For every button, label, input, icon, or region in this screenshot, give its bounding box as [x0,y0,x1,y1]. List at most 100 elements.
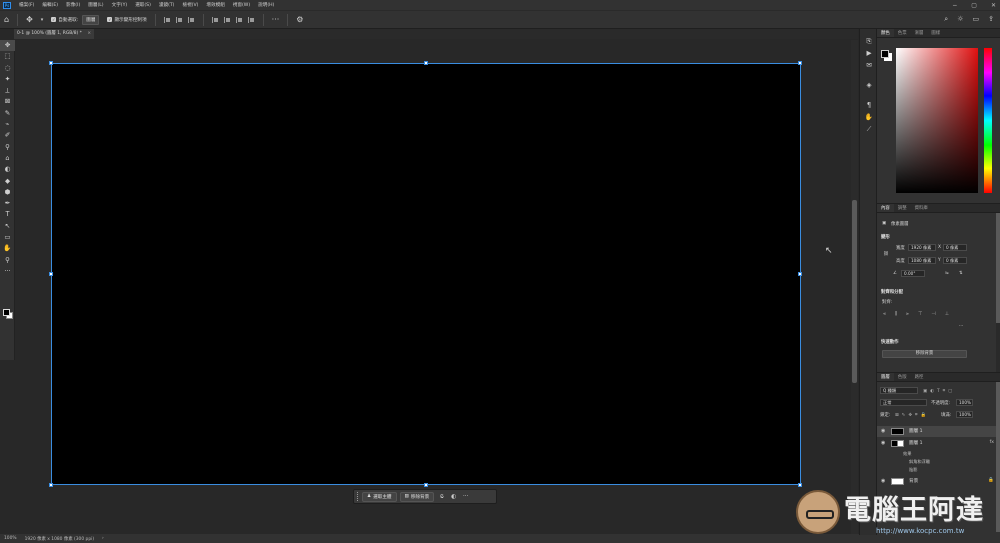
brush-settings-icon[interactable]: ⟋ [860,123,878,135]
adjustments-icon[interactable]: ◈ [860,79,878,91]
auto-select-target-dropdown[interactable]: 圖層 [82,14,100,25]
document-canvas[interactable] [51,63,801,485]
x-input[interactable]: 0 像素 [943,244,967,251]
menu-select[interactable]: 選取(S) [131,2,155,8]
align-bottom-icon[interactable] [235,16,243,23]
transform-handle[interactable] [424,483,428,487]
effects-group-label[interactable]: 效果 [903,451,911,457]
menu-layer[interactable]: 圖層(L) [84,2,107,8]
align-top-icon[interactable]: ⊤ [918,311,922,317]
color-picker-field[interactable] [896,48,978,193]
transform-icon[interactable]: ⟃ [437,493,446,501]
transform-handle[interactable] [49,61,53,65]
close-tab-icon[interactable]: × [87,29,91,39]
effect-bevel-emboss[interactable]: 斜角和浮雕 [909,459,930,465]
chevron-down-icon[interactable]: ▾ [41,17,44,23]
align-center-icon[interactable] [175,16,183,23]
maximize-icon[interactable]: ▢ [971,2,977,9]
menu-edit[interactable]: 編輯(E) [38,2,62,8]
foreground-color-swatch[interactable] [3,309,10,316]
glyph-icon[interactable]: ✋ [860,111,878,123]
align-top-icon[interactable] [211,16,219,23]
fill-input[interactable]: 100% [956,411,973,418]
history-brush-tool-icon[interactable]: ⌂ [0,153,15,164]
lock-icons[interactable]: ⊠✎✥⌗🔒 [895,412,929,418]
blur-tool-icon[interactable]: ⬢ [0,187,15,198]
align-center-icon[interactable]: ⫼ [895,311,897,317]
align-right-icon[interactable] [187,16,195,23]
menu-filter[interactable]: 濾鏡(T) [155,2,179,8]
blend-mode-dropdown[interactable]: 正常 [880,399,927,406]
tab-adjustments[interactable]: 調整 [894,204,911,212]
transform-handle[interactable] [798,272,802,276]
y-input[interactable]: 0 像素 [943,257,967,264]
align-middle-icon[interactable]: ⊣ [931,311,935,317]
fx-icon[interactable]: fx [990,440,994,445]
align-left-icon[interactable] [163,16,171,23]
link-icon[interactable]: ⛓ [883,252,889,257]
lasso-tool-icon[interactable]: ◌ [0,63,15,74]
layer-row[interactable]: ◉ 圖層 1 [877,426,1000,437]
show-transform-checkbox[interactable]: ✓ 顯示變形控制項 [107,17,147,23]
move-tool-icon[interactable]: ✥ [0,40,15,52]
edit-toolbar-icon[interactable]: ··· [0,266,15,277]
tab-color[interactable]: 顏色 [877,29,894,37]
auto-select-checkbox[interactable]: ✓ 自動選取: [51,17,78,23]
tab-libraries[interactable]: 資料庫 [911,204,932,212]
transform-section-title[interactable]: 變形 [881,234,890,240]
workspace-icon[interactable]: ▭ [973,15,980,24]
zoom-tool-icon[interactable]: ⚲ [0,255,15,266]
menu-type[interactable]: 文字(Y) [108,2,132,8]
vertical-scrollbar[interactable] [851,40,858,535]
flip-vertical-icon[interactable]: ⇅ [959,271,963,276]
panel-scrollbar[interactable] [996,213,1000,373]
eraser-tool-icon[interactable]: ◐ [0,164,15,175]
history-icon[interactable]: ⎘ [860,35,878,47]
tab-layers[interactable]: 圖層 [877,373,894,381]
effect-drop-shadow[interactable]: 陰影 [909,467,917,473]
tab-properties[interactable]: 內容 [877,204,894,212]
menu-help[interactable]: 說明(H) [254,2,278,8]
minimize-icon[interactable]: − [952,2,957,9]
height-input[interactable]: 1080 像素 [908,257,936,264]
hue-slider[interactable] [984,48,992,193]
actions-play-icon[interactable]: ▶ [860,47,878,59]
menu-window[interactable]: 視窗(W) [229,2,254,8]
home-icon[interactable]: ⌂ [4,15,9,24]
photoshop-logo-icon[interactable]: Ps [3,1,11,9]
menu-plugins[interactable]: 增效模組 [202,2,228,8]
transform-handle[interactable] [798,61,802,65]
document-tab[interactable]: 0-1 @ 100% (圖層 1, RGB/8) * × [14,29,94,39]
align-middle-icon[interactable] [223,16,231,23]
menu-view[interactable]: 檢視(V) [178,2,202,8]
transform-handle[interactable] [424,61,428,65]
tab-paths[interactable]: 路徑 [911,373,928,381]
tab-swatches[interactable]: 色票 [894,29,911,37]
align-right-icon[interactable]: ⫸ [906,311,909,317]
align-section-title[interactable]: 對齊和分配 [881,289,903,295]
pen-tool-icon[interactable]: ✒ [0,198,15,209]
tab-patterns[interactable]: 圖樣 [927,29,944,37]
flip-horizontal-icon[interactable]: ⇋ [945,271,949,276]
foreground-color-swatch[interactable] [881,50,889,58]
hand-tool-icon[interactable]: ✋ [0,243,15,254]
menu-image[interactable]: 影像(I) [62,2,84,8]
gradient-tool-icon[interactable]: ◆ [0,176,15,187]
distribute-icon[interactable] [247,16,255,23]
align-left-icon[interactable]: ⫷ [883,311,886,317]
angle-input[interactable]: 0.00° [901,270,925,277]
transform-handle[interactable] [49,272,53,276]
remove-background-button[interactable]: ▨ 移除背景 [399,491,435,502]
scrollbar-thumb[interactable] [996,213,1000,323]
layer-row[interactable]: ◉ 圖層 1 fx [877,438,1000,449]
move-tool-icon[interactable]: ✥ [26,15,33,24]
tab-gradients[interactable]: 漸層 [911,29,928,37]
healing-brush-tool-icon[interactable]: ⌁ [0,119,15,130]
more-options-button[interactable]: ··· [959,324,963,329]
clone-stamp-tool-icon[interactable]: ⚲ [0,142,15,153]
paragraph-icon[interactable]: ¶ [860,99,878,111]
transform-handle[interactable] [49,483,53,487]
scrollbar-thumb[interactable] [852,200,857,383]
visibility-eye-icon[interactable]: ◉ [881,428,885,434]
more-options-button[interactable]: ··· [272,15,280,24]
